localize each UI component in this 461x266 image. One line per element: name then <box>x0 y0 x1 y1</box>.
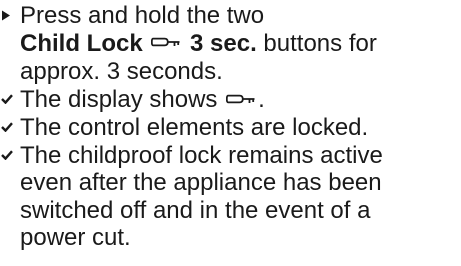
result-1-after: . <box>258 85 265 113</box>
triangle-bullet-icon <box>0 2 16 30</box>
step-line-2: Child Lock 3 sec. buttons for <box>20 30 461 58</box>
step-item: Press and hold the two Child Lock 3 sec.… <box>0 2 461 86</box>
result-1-before: The display shows <box>20 85 218 113</box>
instruction-block: Press and hold the two Child Lock 3 sec.… <box>0 2 461 252</box>
child-lock-key-icon <box>151 28 181 56</box>
result-item: The childproof lock remains active even … <box>0 142 461 252</box>
checkmark-icon <box>0 142 16 170</box>
child-lock-label: Child Lock <box>20 29 143 57</box>
result-2-text: The control elements are locked. <box>20 114 369 142</box>
result-item: The display shows . <box>0 86 461 114</box>
result-3-line-2: even after the appliance has been <box>20 169 382 197</box>
result-3-line-3: switched off and in the event of a <box>20 196 371 224</box>
child-lock-key-icon <box>226 85 256 113</box>
result-3-line-4: power cut. <box>20 224 131 252</box>
step-line-2-rest: buttons for <box>263 29 377 57</box>
three-sec-label: 3 sec. <box>190 29 257 57</box>
result-3-line-1: The childproof lock remains active <box>20 141 383 169</box>
step-line-1: Press and hold the two <box>20 2 265 29</box>
result-item: The control elements are locked. <box>0 114 461 142</box>
step-line-3: approx. 3 seconds. <box>20 58 223 86</box>
result-1-text: The display shows . <box>20 86 461 114</box>
checkmark-icon <box>0 86 16 114</box>
checkmark-icon <box>0 114 16 142</box>
